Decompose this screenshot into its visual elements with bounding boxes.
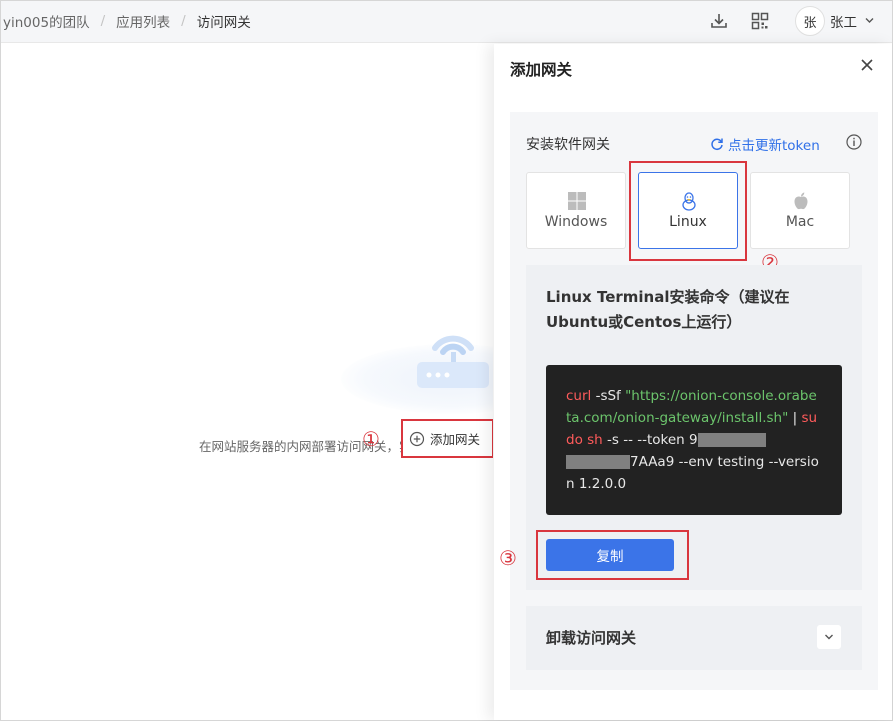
user-name[interactable]: 张工 xyxy=(830,11,857,31)
breadcrumb-team[interactable]: yin005的团队 xyxy=(3,11,90,31)
windows-icon xyxy=(568,192,586,210)
linux-highlight-box xyxy=(629,161,747,261)
plus-circle-icon xyxy=(409,431,425,446)
command-title: Linux Terminal安装命令（建议在Ubuntu或Centos上运行） xyxy=(546,288,790,331)
main-content: 在网站服务器的内网部署访问网关，实现内网资 ① 添加网关 xyxy=(1,44,493,720)
os-label-windows: Windows xyxy=(544,214,608,230)
add-gateway-label: 添加网关 xyxy=(430,432,481,447)
breadcrumb-separator: / xyxy=(181,13,186,29)
apple-icon xyxy=(794,192,808,210)
drawer-title: 添加网关 xyxy=(510,61,573,79)
code-pipe: | xyxy=(788,410,802,426)
chevron-down-icon[interactable] xyxy=(864,15,875,26)
install-section-title: 安装软件网关 xyxy=(526,137,610,153)
copy-highlight-box xyxy=(536,530,689,580)
add-gateway-button[interactable]: 添加网关 xyxy=(401,419,493,458)
linux-command-panel: Linux Terminal安装命令（建议在Ubuntu或Centos上运行） … xyxy=(526,265,862,590)
top-header: yin005的团队 / 应用列表 / 访问网关 张 张工 xyxy=(1,1,892,43)
code-args: -s -- --token 9 xyxy=(602,432,698,448)
refresh-token-link[interactable]: 点击更新token xyxy=(710,134,820,154)
uninstall-title: 卸载访问网关 xyxy=(546,629,637,647)
uninstall-section[interactable]: 卸载访问网关 xyxy=(526,606,862,670)
router-illustration-icon xyxy=(417,335,489,388)
step-1-marker: ① xyxy=(362,427,380,451)
add-gateway-drawer: 添加网关 安装软件网关 点击更新token Windows Linux Mac … xyxy=(494,44,892,720)
chevron-down-icon xyxy=(825,634,833,640)
avatar[interactable]: 张 xyxy=(795,6,825,36)
breadcrumb-apps[interactable]: 应用列表 xyxy=(116,11,170,31)
os-label-mac: Mac xyxy=(785,214,815,230)
token-redaction-mask xyxy=(566,455,630,469)
code-curl: curl xyxy=(566,388,592,404)
info-icon[interactable] xyxy=(846,134,862,150)
code-flag: -sSf xyxy=(591,388,626,404)
breadcrumb-separator: / xyxy=(100,13,106,29)
qrcode-icon[interactable] xyxy=(750,11,770,31)
breadcrumb-current: 访问网关 xyxy=(196,15,251,31)
code-token-tail: 7AAa9 xyxy=(630,454,675,470)
breadcrumb: yin005的团队 / 应用列表 / 访问网关 xyxy=(3,11,251,31)
drawer-body: 安装软件网关 点击更新token Windows Linux Mac ② Lin… xyxy=(499,112,878,690)
os-option-windows[interactable]: Windows xyxy=(526,172,626,249)
os-option-mac[interactable]: Mac xyxy=(750,172,850,249)
install-command-code[interactable]: curl -sSf "https://onion-console.orabeta… xyxy=(546,365,842,515)
refresh-icon xyxy=(711,138,723,151)
token-redaction-mask xyxy=(697,433,766,447)
close-icon[interactable] xyxy=(860,58,874,72)
step-3-marker: ③ xyxy=(499,546,517,570)
uninstall-expand-button[interactable] xyxy=(817,625,841,649)
download-icon[interactable] xyxy=(709,11,729,31)
refresh-token-label: 点击更新token xyxy=(728,138,820,154)
